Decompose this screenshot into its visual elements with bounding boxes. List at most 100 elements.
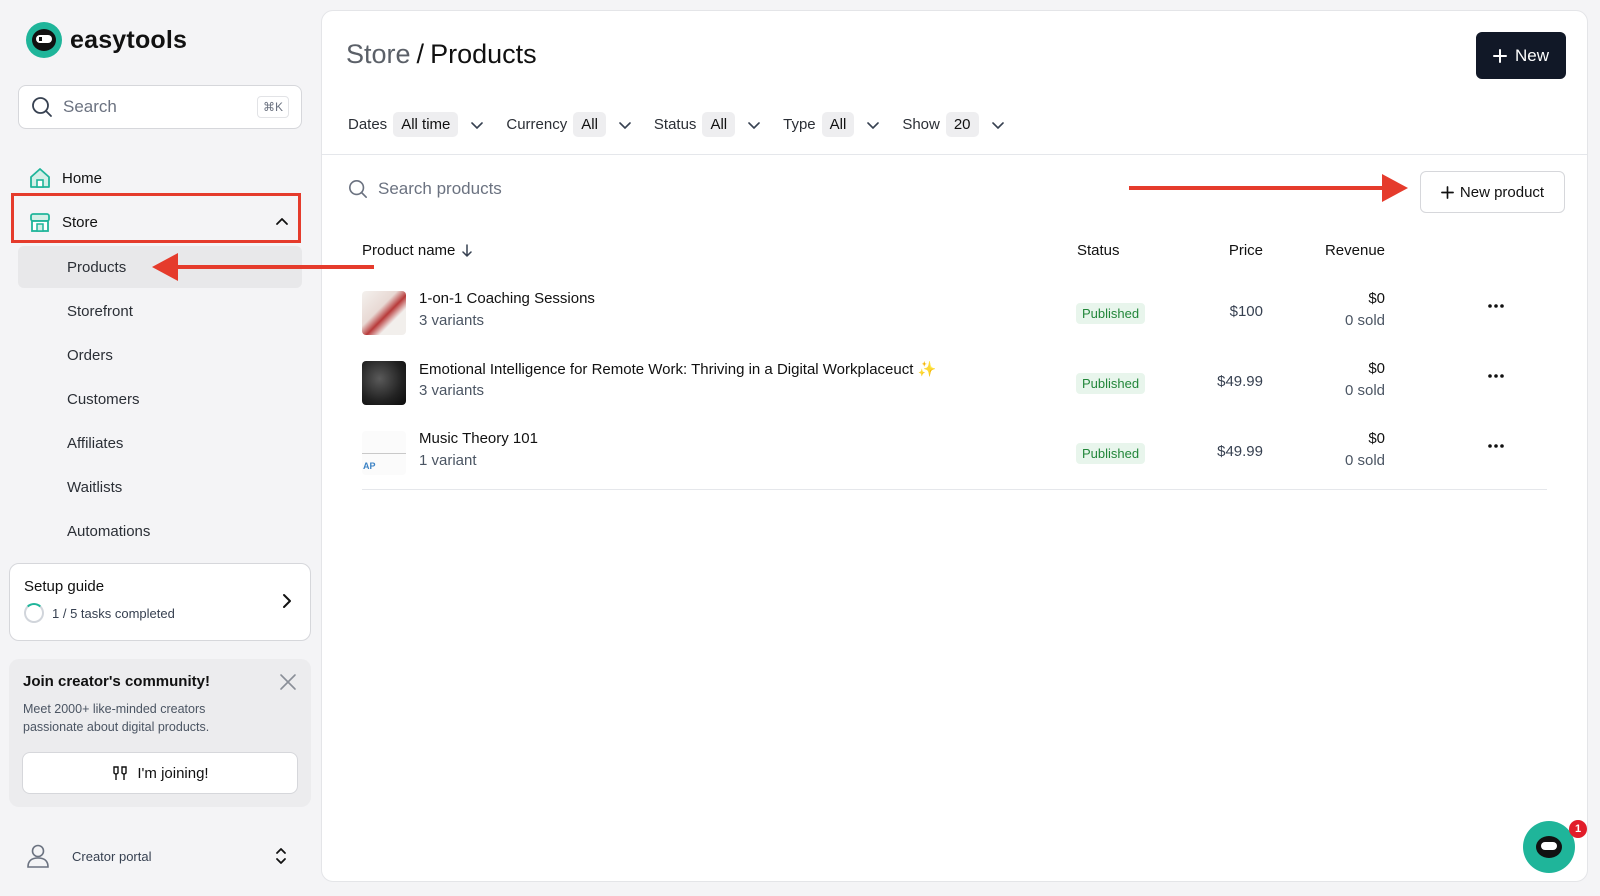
sidebar-item-waitlists[interactable]: Waitlists (18, 466, 302, 508)
sidebar-item-affiliates[interactable]: Affiliates (18, 422, 302, 464)
filter-dates[interactable]: Dates All time (348, 112, 484, 137)
plus-icon (1492, 48, 1507, 63)
more-actions-icon[interactable] (1487, 303, 1505, 309)
setup-guide-card[interactable]: Setup guide 1 / 5 tasks completed (9, 563, 311, 641)
sloth-chat-icon (1536, 836, 1562, 858)
filter-bar: Dates All time Currency All Status All T… (348, 112, 1027, 137)
product-revenue: $0 (1368, 360, 1385, 377)
filter-value: 20 (945, 112, 979, 137)
sidebar-search[interactable]: Search ⌘K (18, 85, 302, 129)
column-product-name-label: Product name (362, 242, 456, 259)
home-icon (28, 166, 52, 190)
chat-notification-badge: 1 (1569, 820, 1587, 838)
filter-label: Dates (348, 116, 388, 133)
product-price: $49.99 (1217, 373, 1263, 390)
breadcrumb-store[interactable]: Store (346, 39, 411, 69)
sidebar-item-orders[interactable]: Orders (18, 334, 302, 376)
chevron-right-icon (280, 592, 294, 610)
sidebar-item-home-label: Home (62, 169, 103, 187)
table-bottom-divider (362, 489, 1547, 490)
product-thumbnail (362, 361, 406, 405)
storefront-icon (28, 210, 52, 234)
brand-logo[interactable]: easytools (26, 22, 187, 58)
user-avatar-icon (20, 838, 56, 874)
column-product-name[interactable]: Product name (362, 242, 473, 259)
creator-portal-switcher[interactable]: Creator portal (20, 838, 288, 874)
chevron-down-icon (991, 118, 1005, 132)
community-card: Join creator's community! Meet 2000+ lik… (9, 659, 311, 807)
community-title: Join creator's community! (23, 673, 210, 690)
column-status: Status (1077, 242, 1120, 259)
product-price: $100 (1229, 303, 1263, 320)
sidebar: easytools Search ⌘K Home Store Products … (0, 0, 318, 896)
filter-status[interactable]: Status All (654, 112, 761, 137)
filter-label: Type (783, 116, 816, 133)
brand-name: easytools (70, 25, 188, 54)
community-description: Meet 2000+ like-minded creators passiona… (23, 702, 210, 734)
filter-label: Show (902, 116, 940, 133)
more-actions-icon[interactable] (1487, 373, 1505, 379)
product-name[interactable]: Emotional Intelligence for Remote Work: … (419, 360, 936, 378)
setup-guide-progress: 1 / 5 tasks completed (52, 605, 175, 621)
sidebar-search-placeholder: Search (63, 97, 117, 116)
product-search-placeholder: Search products (378, 179, 502, 198)
table-row[interactable]: 1-on-1 Coaching Sessions 3 variants Publ… (362, 281, 1547, 351)
product-sold: 0 sold (1344, 452, 1385, 469)
table-row[interactable]: AP Music Theory 101 1 variant Published … (362, 421, 1547, 491)
filter-currency[interactable]: Currency All (506, 112, 632, 137)
annotation-arrow-products (176, 265, 374, 269)
chat-widget-button[interactable] (1523, 821, 1575, 873)
sloth-logo-icon (26, 22, 62, 58)
product-revenue: $0 (1368, 430, 1385, 447)
product-name[interactable]: 1-on-1 Coaching Sessions (419, 290, 595, 307)
product-search[interactable]: Search products (348, 179, 502, 199)
product-revenue: $0 (1368, 290, 1385, 307)
filter-label: Currency (506, 116, 568, 133)
setup-guide-title: Setup guide (24, 578, 105, 595)
join-community-button[interactable]: I'm joining! (22, 752, 298, 794)
progress-ring-icon (24, 603, 44, 623)
table-row[interactable]: Emotional Intelligence for Remote Work: … (362, 351, 1547, 421)
chevron-down-icon (747, 118, 761, 132)
more-actions-icon[interactable] (1487, 443, 1505, 449)
creator-portal-label: Creator portal (72, 848, 152, 864)
product-sold: 0 sold (1344, 382, 1385, 399)
arrow-right-icon (1382, 174, 1408, 202)
chevron-up-icon[interactable] (274, 214, 290, 230)
cheers-icon (111, 764, 129, 782)
product-variants: 1 variant (419, 452, 477, 469)
product-variants: 3 variants (419, 312, 485, 329)
filter-show[interactable]: Show 20 (902, 112, 1004, 137)
sidebar-item-home[interactable]: Home (28, 166, 102, 190)
filter-type[interactable]: Type All (783, 112, 880, 137)
new-product-button[interactable]: New product (1420, 171, 1565, 213)
search-icon (348, 179, 368, 199)
chevron-down-icon (470, 118, 484, 132)
search-shortcut-badge: ⌘K (256, 96, 289, 118)
join-community-label: I'm joining! (137, 764, 209, 782)
chevron-up-down-icon (274, 846, 288, 866)
new-button[interactable]: New (1476, 32, 1566, 79)
filter-value: All (821, 112, 855, 137)
sidebar-item-store[interactable]: Store (28, 210, 290, 234)
chevron-down-icon (866, 118, 880, 132)
new-product-label: New product (1459, 183, 1545, 201)
sidebar-item-customers[interactable]: Customers (18, 378, 302, 420)
sidebar-item-automations[interactable]: Automations (18, 510, 302, 552)
new-button-label: New (1514, 45, 1549, 65)
plus-icon (1440, 185, 1454, 199)
main-panel: Store / Products New Dates All time Curren… (321, 10, 1588, 882)
column-revenue: Revenue (1324, 242, 1385, 259)
chevron-down-icon (618, 118, 632, 132)
filter-value: All (573, 112, 606, 137)
product-sold: 0 sold (1344, 312, 1385, 329)
sidebar-item-storefront[interactable]: Storefront (18, 290, 302, 332)
header-divider (322, 154, 1587, 155)
sidebar-item-store-label: Store (62, 213, 98, 231)
close-icon[interactable] (279, 673, 297, 691)
filter-value: All (702, 112, 736, 137)
breadcrumb-separator: / (416, 39, 425, 69)
column-price: Price (1228, 242, 1263, 259)
status-badge: Published (1076, 443, 1146, 464)
product-name[interactable]: Music Theory 101 (419, 430, 538, 447)
